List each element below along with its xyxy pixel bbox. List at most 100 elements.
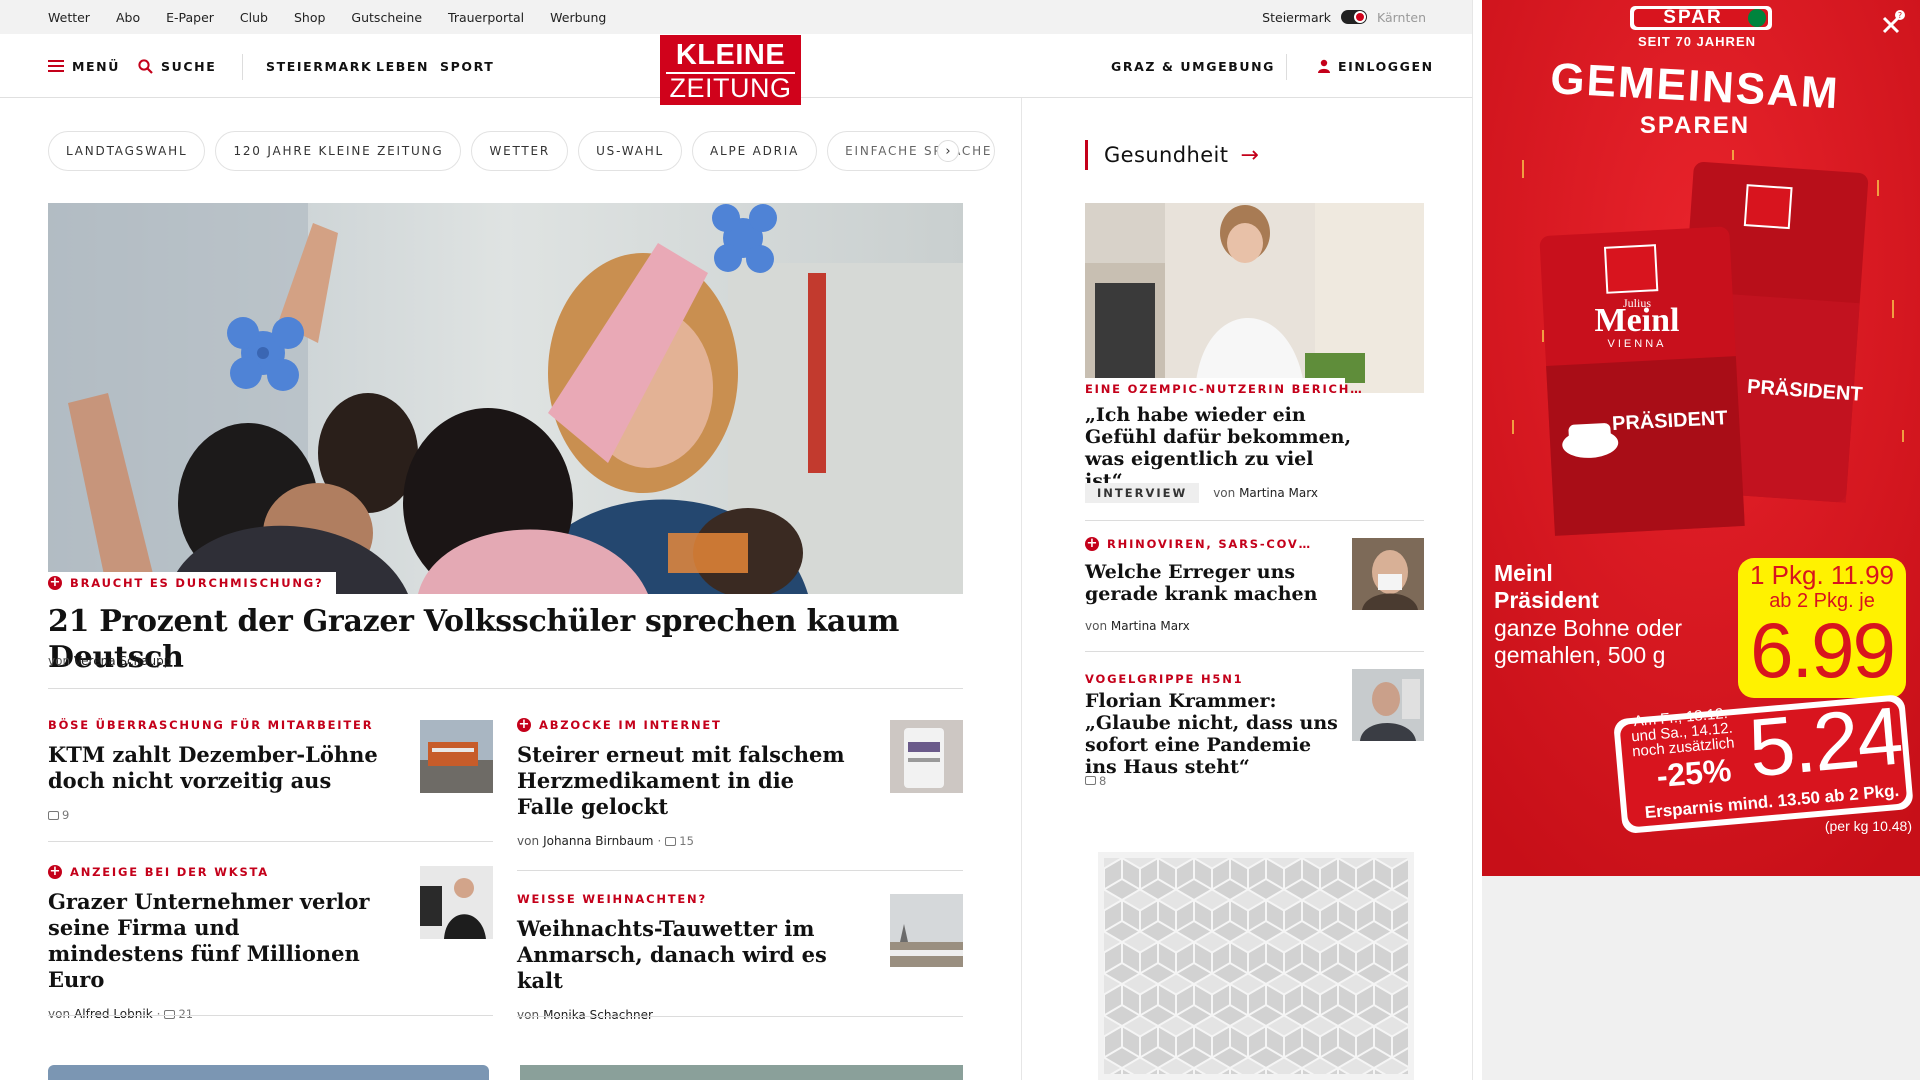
sidebar-item-title[interactable]: Welche Erreger uns gerade krank machen (1085, 561, 1335, 605)
section-heading-label: Gesundheit (1104, 143, 1229, 167)
comment-icon (48, 810, 59, 820)
meta-separator: · (657, 834, 662, 848)
utility-link-werbung[interactable]: Werbung (550, 10, 606, 25)
article-title[interactable]: KTM zahlt Dezember-Löhne doch nicht vorz… (48, 742, 378, 794)
article-title[interactable]: Steirer erneut mit falschem Herzmedikame… (517, 742, 847, 820)
kleine-zeitung-logo[interactable]: KLEINE ZEITUNG (660, 35, 801, 105)
close-icon: ? (1882, 10, 1905, 34)
hamburger-icon (48, 60, 64, 72)
comment-number: 15 (679, 834, 694, 848)
teaser-image[interactable] (48, 1065, 489, 1080)
divider (48, 1015, 493, 1016)
article-card[interactable]: + ABZOCKE IM INTERNET Steirer erneut mit… (517, 718, 847, 848)
hero-title[interactable]: 21 Prozent der Grazer Volksschüler sprec… (48, 604, 963, 676)
article-title[interactable]: Weihnachts-Tauwetter im Anmarsch, danach… (517, 916, 847, 994)
article-author[interactable]: Alfred Lobnik (74, 1007, 153, 1021)
nav-leben[interactable]: LEBEN (376, 34, 429, 98)
article-kicker: WEISSE WEIHNACHTEN? (517, 892, 847, 906)
sidebar-item-title[interactable]: Florian Krammer: „Glaube nicht, dass uns… (1085, 690, 1340, 778)
interview-tag[interactable]: INTERVIEW (1085, 483, 1200, 503)
svg-text:?: ? (1898, 11, 1902, 20)
region-toggle[interactable] (1341, 10, 1367, 24)
article-thumbnail[interactable] (420, 720, 493, 793)
sidebar-main-title[interactable]: „Ich habe wieder ein Gefühl dafür bekomm… (1085, 404, 1355, 492)
search-button[interactable]: SUCHE (138, 34, 216, 98)
login-button[interactable]: EINLOGGEN (1318, 34, 1434, 98)
nav-divider (1286, 54, 1287, 80)
winter-landscape-photo (890, 894, 963, 967)
comment-count[interactable]: 21 (164, 1007, 193, 1021)
nav-sport[interactable]: SPORT (440, 34, 494, 98)
plus-icon: + (48, 864, 62, 879)
kicker-text: ANZEIGE BEI DER WKSTA (70, 865, 269, 879)
article-thumbnail[interactable] (890, 894, 963, 967)
nav-steiermark[interactable]: STEIERMARK (266, 34, 372, 98)
chevron-right-icon: › (945, 143, 951, 159)
sidebar-item-thumbnail[interactable] (1352, 669, 1424, 741)
hero-author[interactable]: Verena Schaupp (74, 654, 172, 668)
article-card[interactable]: BÖSE ÜBERRASCHUNG FÜR MITARBEITER KTM za… (48, 718, 378, 822)
chip-wetter[interactable]: WETTER (471, 131, 569, 171)
sick-person-photo (1352, 538, 1424, 610)
nav-graz-umgebung[interactable]: GRAZ & UMGEBUNG (1111, 34, 1275, 98)
arrow-right-icon: → (1240, 142, 1260, 168)
utility-link-shop[interactable]: Shop (294, 10, 325, 25)
sidebar-item-thumbnail[interactable] (1352, 538, 1424, 610)
article-thumbnail[interactable] (890, 720, 963, 793)
article-meta: 9 (48, 808, 378, 822)
region-kaernten[interactable]: Kärnten (1377, 10, 1426, 25)
utility-links: Wetter Abo E-Paper Club Shop Gutscheine … (48, 0, 606, 34)
section-heading-gesundheit[interactable]: Gesundheit → (1085, 140, 1259, 170)
chip-landtagswahl[interactable]: LANDTAGSWAHL (48, 131, 206, 171)
spar-advertisement[interactable]: SPAR SEIT 70 JAHREN GEMEINSAM SPAREN Jul… (1482, 0, 1920, 876)
utility-link-gutscheine[interactable]: Gutscheine (351, 10, 422, 25)
sidebar-item-kicker: + RHINOVIREN, SARS-COV… (1085, 537, 1312, 551)
price-line-1: 1 Pkg. 11.99 (1749, 560, 1895, 590)
chip-einfache-sprache[interactable]: EINFACHE SPRACHE (827, 131, 996, 171)
comment-count[interactable]: 15 (665, 834, 694, 848)
utility-link-trauerportal[interactable]: Trauerportal (448, 10, 524, 25)
chips-next-button[interactable]: › (937, 140, 959, 162)
comment-count[interactable]: 8 (1085, 774, 1106, 788)
utility-link-wetter[interactable]: Wetter (48, 10, 90, 25)
article-thumbnail[interactable] (420, 866, 493, 939)
article-author[interactable]: Johanna Birnbaum (543, 834, 653, 848)
ad-close-button[interactable]: ? (1878, 10, 1906, 38)
chip-us-wahl[interactable]: US-WAHL (578, 131, 683, 171)
utility-link-epaper[interactable]: E-Paper (166, 10, 214, 25)
ad-bottom-background (1482, 876, 1920, 1080)
kicker-text: ABZOCKE IM INTERNET (539, 718, 722, 732)
article-card[interactable]: WEISSE WEIHNACHTEN? Weihnachts-Tauwetter… (517, 892, 847, 1022)
sidebar-item-byline: von Martina Marx (1085, 619, 1190, 633)
topic-chips: LANDTAGSWAHL 120 JAHRE KLEINE ZEITUNG WE… (48, 131, 996, 171)
region-steiermark[interactable]: Steiermark (1262, 10, 1331, 25)
article-title[interactable]: Grazer Unternehmer verlor seine Firma un… (48, 889, 378, 993)
article-meta: von Monika Schachner (517, 1008, 847, 1022)
article-author[interactable]: Monika Schachner (543, 1008, 653, 1022)
sidebar-item-author[interactable]: Martina Marx (1111, 619, 1190, 633)
menu-button[interactable]: MENÜ (48, 34, 120, 98)
search-icon (138, 58, 153, 74)
chip-120-jahre[interactable]: 120 JAHRE KLEINE ZEITUNG (215, 131, 462, 171)
sidebar-main-image[interactable] (1085, 203, 1424, 393)
pack-city: VIENNA (1607, 338, 1667, 350)
login-label: EINLOGGEN (1338, 58, 1434, 74)
chip-alpe-adria[interactable]: ALPE ADRIA (692, 131, 818, 171)
sidebar-main-author[interactable]: Martina Marx (1239, 486, 1318, 500)
sidebar-kicker-bg: EINE OZEMPIC-NUTZERIN BERICH… (1085, 378, 1362, 396)
divider (517, 1016, 963, 1017)
utility-link-abo[interactable]: Abo (116, 10, 140, 25)
classroom-photo (48, 203, 963, 594)
hero-kicker-text: BRAUCHT ES DURCHMISCHUNG? (70, 576, 324, 590)
divider (48, 688, 963, 689)
kicker-text: BÖSE ÜBERRASCHUNG FÜR MITARBEITER (48, 718, 374, 732)
utility-link-club[interactable]: Club (240, 10, 268, 25)
article-card[interactable]: + ANZEIGE BEI DER WKSTA Grazer Unternehm… (48, 865, 378, 1021)
product-name-2: Präsident (1494, 587, 1599, 613)
menu-label: MENÜ (72, 58, 120, 74)
plus-icon: + (48, 575, 62, 590)
ad-placeholder-pattern (1098, 852, 1414, 1080)
comment-count[interactable]: 9 (48, 808, 69, 822)
teaser-image[interactable] (520, 1065, 963, 1080)
hero-image[interactable] (48, 203, 963, 594)
